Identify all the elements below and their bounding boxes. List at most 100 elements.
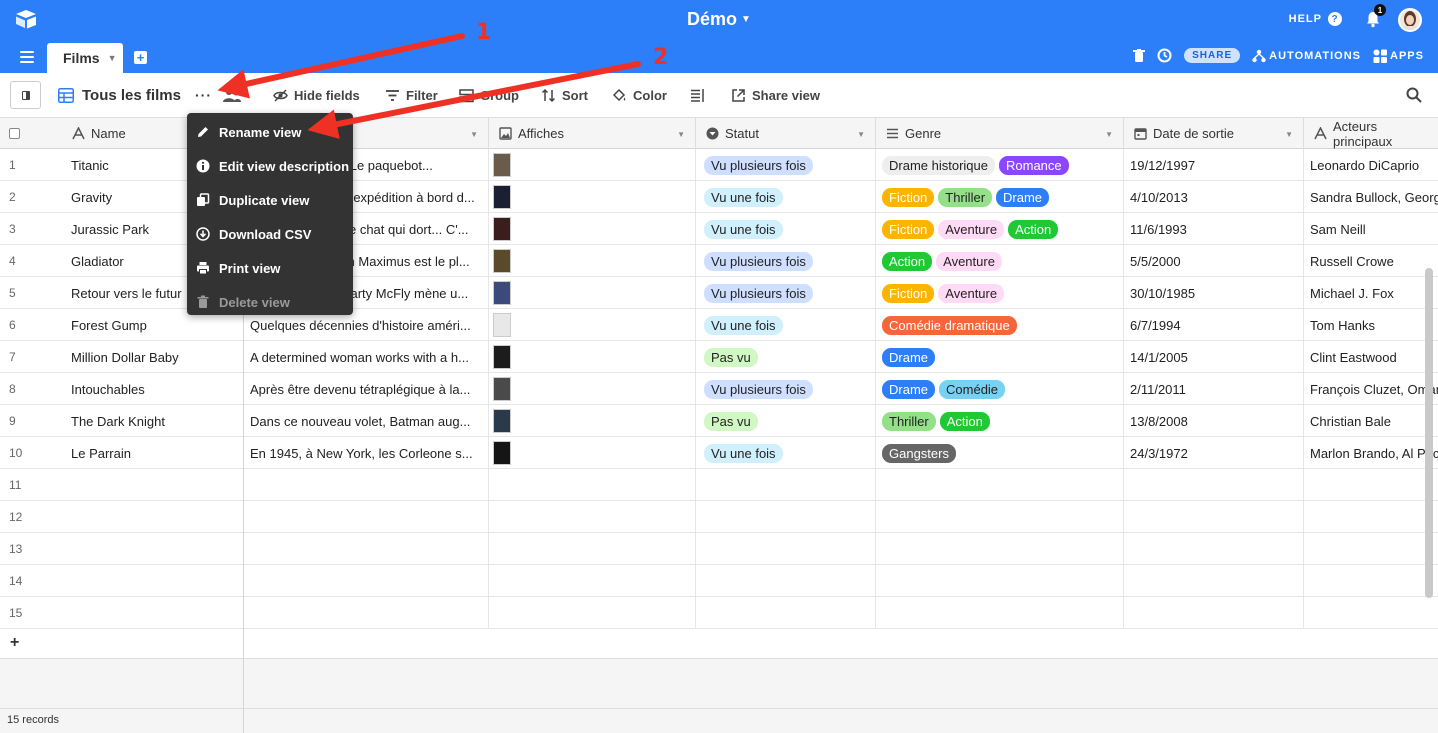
airtable-logo-icon[interactable] bbox=[14, 9, 38, 29]
column-header-statut[interactable]: Statut ▼ bbox=[696, 118, 876, 149]
affiche-cell[interactable] bbox=[489, 213, 696, 245]
statut-cell[interactable]: Pas vu bbox=[696, 405, 876, 437]
collaborative-view-icon[interactable] bbox=[222, 88, 242, 103]
actors-cell[interactable]: Tom Hanks bbox=[1304, 309, 1438, 341]
empty-cell[interactable] bbox=[696, 533, 876, 565]
empty-cell[interactable] bbox=[696, 597, 876, 629]
statut-cell[interactable]: Vu plusieurs fois bbox=[696, 245, 876, 277]
empty-cell[interactable] bbox=[489, 597, 696, 629]
empty-cell[interactable] bbox=[876, 565, 1124, 597]
statut-cell[interactable]: Vu une fois bbox=[696, 437, 876, 469]
actors-cell[interactable]: François Cluzet, Omar bbox=[1304, 373, 1438, 405]
menu-item-rename-view[interactable]: Rename view bbox=[187, 115, 353, 149]
table-row[interactable]: 10 Le Parrain En 1945, à New York, les Cor… bbox=[0, 437, 1438, 469]
empty-cell[interactable] bbox=[62, 565, 244, 597]
affiche-cell[interactable] bbox=[489, 277, 696, 309]
genre-cell[interactable]: Fiction Aventure bbox=[876, 277, 1124, 309]
column-header-genre[interactable]: Genre ▼ bbox=[876, 118, 1124, 149]
poster-thumbnail[interactable] bbox=[493, 281, 511, 305]
affiche-cell[interactable] bbox=[489, 405, 696, 437]
chevron-down-icon[interactable]: ▼ bbox=[677, 130, 685, 139]
chevron-down-icon[interactable]: ▼ bbox=[108, 53, 117, 63]
share-button[interactable]: SHARE bbox=[1184, 48, 1241, 63]
description-cell[interactable]: Dans ce nouveau volet, Batman aug... bbox=[244, 405, 489, 437]
statut-cell[interactable]: Vu plusieurs fois bbox=[696, 149, 876, 181]
empty-cell[interactable] bbox=[696, 501, 876, 533]
chevron-down-icon[interactable]: ▼ bbox=[470, 130, 478, 139]
affiche-cell[interactable] bbox=[489, 341, 696, 373]
empty-cell[interactable] bbox=[876, 501, 1124, 533]
empty-table-row[interactable]: 13 bbox=[0, 533, 1438, 565]
tab-films[interactable]: Films ▼ bbox=[47, 43, 123, 73]
release-date-cell[interactable]: 4/10/2013 bbox=[1124, 181, 1304, 213]
empty-table-row[interactable]: 14 bbox=[0, 565, 1438, 597]
empty-table-row[interactable]: 11 bbox=[0, 469, 1438, 501]
empty-cell[interactable] bbox=[696, 469, 876, 501]
apps-button[interactable]: APPS bbox=[1373, 49, 1424, 63]
empty-cell[interactable] bbox=[1124, 533, 1304, 565]
actors-cell[interactable]: Sandra Bullock, George bbox=[1304, 181, 1438, 213]
empty-cell[interactable] bbox=[1124, 469, 1304, 501]
statut-cell[interactable]: Vu une fois bbox=[696, 181, 876, 213]
empty-cell[interactable] bbox=[62, 533, 244, 565]
menu-item-download-csv[interactable]: Download CSV bbox=[187, 217, 353, 251]
menu-item-edit-view-description[interactable]: Edit view description bbox=[187, 149, 353, 183]
statut-cell[interactable]: Vu une fois bbox=[696, 213, 876, 245]
empty-cell[interactable] bbox=[62, 501, 244, 533]
empty-cell[interactable] bbox=[1124, 565, 1304, 597]
group-button[interactable]: Group bbox=[459, 88, 519, 103]
genre-cell[interactable]: Drame historique Romance bbox=[876, 149, 1124, 181]
trash-icon[interactable] bbox=[1133, 48, 1146, 63]
color-button[interactable]: Color bbox=[612, 88, 667, 103]
empty-cell[interactable] bbox=[244, 565, 489, 597]
share-view-button[interactable]: Share view bbox=[731, 88, 820, 103]
menu-item-duplicate-view[interactable]: Duplicate view bbox=[187, 183, 353, 217]
empty-cell[interactable] bbox=[1304, 501, 1438, 533]
release-date-cell[interactable]: 30/10/1985 bbox=[1124, 277, 1304, 309]
empty-cell[interactable] bbox=[1124, 501, 1304, 533]
empty-table-row[interactable]: 15 bbox=[0, 597, 1438, 629]
name-cell[interactable]: Million Dollar Baby bbox=[62, 341, 244, 373]
empty-cell[interactable] bbox=[489, 565, 696, 597]
empty-cell[interactable] bbox=[244, 501, 489, 533]
chevron-down-icon[interactable]: ▼ bbox=[857, 130, 865, 139]
actors-cell[interactable]: Christian Bale bbox=[1304, 405, 1438, 437]
empty-cell[interactable] bbox=[62, 469, 244, 501]
view-more-options-button[interactable]: ··· bbox=[195, 87, 212, 103]
poster-thumbnail[interactable] bbox=[493, 185, 511, 209]
empty-cell[interactable] bbox=[489, 501, 696, 533]
release-date-cell[interactable]: 11/6/1993 bbox=[1124, 213, 1304, 245]
empty-cell[interactable] bbox=[62, 597, 244, 629]
affiche-cell[interactable] bbox=[489, 245, 696, 277]
poster-thumbnail[interactable] bbox=[493, 217, 511, 241]
automations-button[interactable]: AUTOMATIONS bbox=[1252, 49, 1361, 63]
row-height-button[interactable] bbox=[690, 88, 705, 103]
column-header-acteurs[interactable]: Acteurs principaux bbox=[1304, 118, 1438, 149]
hide-fields-button[interactable]: Hide fields bbox=[273, 88, 360, 103]
menu-item-print-view[interactable]: Print view bbox=[187, 251, 353, 285]
avatar[interactable] bbox=[1398, 8, 1422, 32]
release-date-cell[interactable]: 13/8/2008 bbox=[1124, 405, 1304, 437]
column-header-affiches[interactable]: Affiches ▼ bbox=[489, 118, 696, 149]
menu-item-delete-view[interactable]: Delete view bbox=[187, 285, 353, 319]
poster-thumbnail[interactable] bbox=[493, 409, 511, 433]
empty-cell[interactable] bbox=[244, 597, 489, 629]
actors-cell[interactable]: Leonardo DiCaprio bbox=[1304, 149, 1438, 181]
empty-cell[interactable] bbox=[876, 533, 1124, 565]
poster-thumbnail[interactable] bbox=[493, 345, 511, 369]
add-record-row[interactable]: + bbox=[0, 628, 1438, 659]
description-cell[interactable]: En 1945, à New York, les Corleone s... bbox=[244, 437, 489, 469]
sidebar-toggle-button[interactable] bbox=[10, 81, 41, 109]
add-table-icon[interactable]: + bbox=[134, 51, 147, 64]
statut-cell[interactable]: Vu plusieurs fois bbox=[696, 277, 876, 309]
vertical-scrollbar[interactable] bbox=[1425, 268, 1433, 598]
table-row[interactable]: 7 Million Dollar Baby A determined woman w… bbox=[0, 341, 1438, 373]
genre-cell[interactable]: Fiction Thriller Drame bbox=[876, 181, 1124, 213]
base-title[interactable]: Démo ▼ bbox=[0, 9, 1438, 30]
empty-cell[interactable] bbox=[244, 469, 489, 501]
poster-thumbnail[interactable] bbox=[493, 249, 511, 273]
name-cell[interactable]: Le Parrain bbox=[62, 437, 244, 469]
release-date-cell[interactable]: 2/11/2011 bbox=[1124, 373, 1304, 405]
empty-cell[interactable] bbox=[876, 597, 1124, 629]
filter-button[interactable]: Filter bbox=[385, 88, 438, 103]
